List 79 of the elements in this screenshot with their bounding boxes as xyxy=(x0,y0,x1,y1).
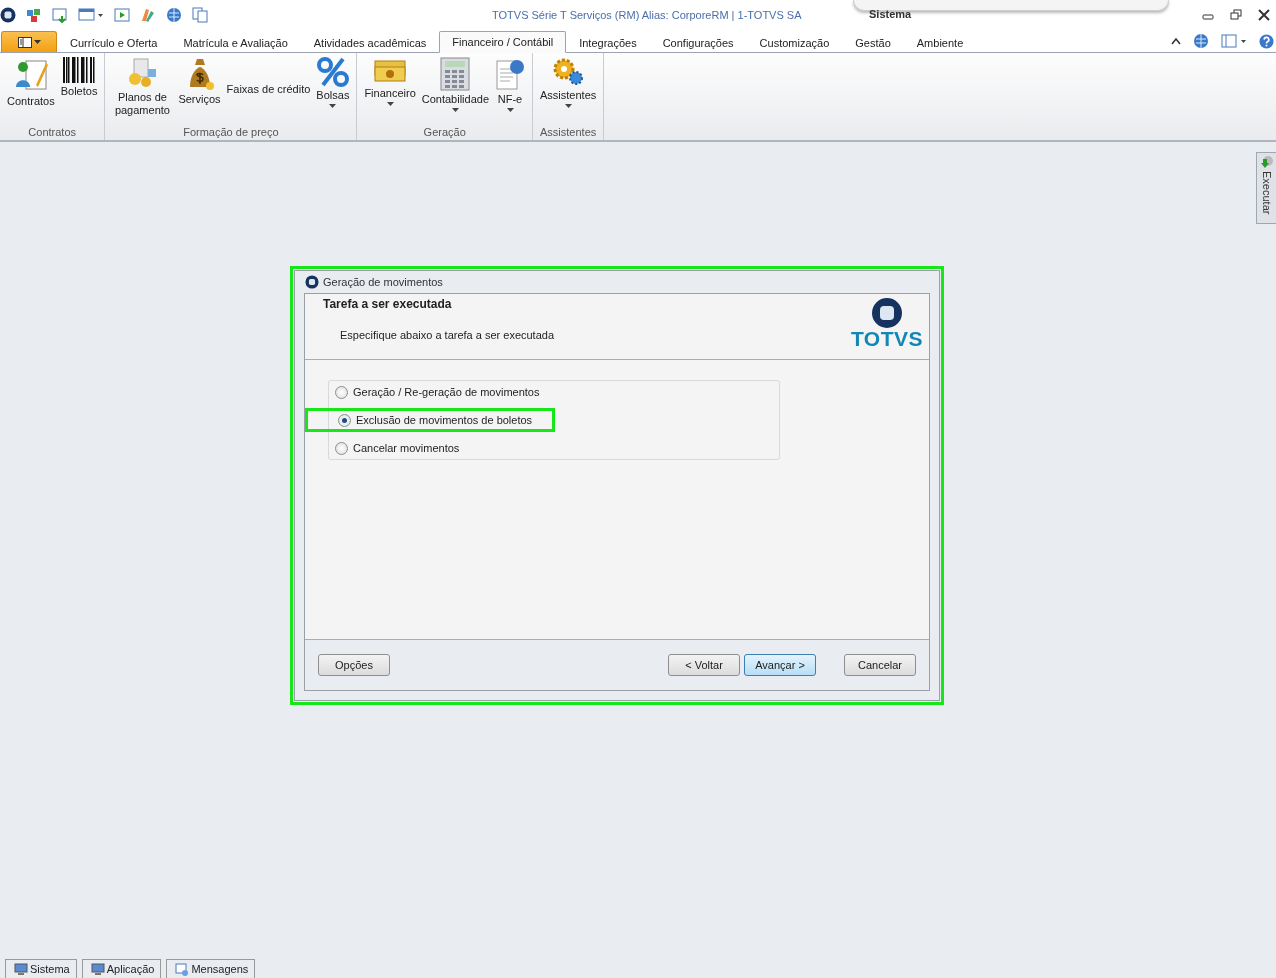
layout-icon[interactable] xyxy=(1221,34,1247,48)
caret-icon xyxy=(386,102,394,106)
ribbon-button[interactable]: Faixas de crédito xyxy=(223,53,314,96)
ribbon-group-label: Formação de preço xyxy=(182,126,280,140)
ribbon-button[interactable]: Contabilidade xyxy=(418,53,493,112)
context-tab-label: Sistema xyxy=(869,8,912,20)
ribbon-group-label: Contratos xyxy=(27,126,78,140)
collapse-ribbon-icon[interactable] xyxy=(1171,37,1181,45)
dialog-button[interactable]: Avançar > xyxy=(744,654,816,676)
window-title: TOTVS Série T Serviços (RM) Alias: CorporeRM | 1-TOTVS SA xyxy=(492,9,802,21)
radio-option[interactable]: Exclusão de movimentos de boletos xyxy=(305,408,555,432)
globe-icon[interactable] xyxy=(1193,33,1209,49)
ribbon-group-label: Geração xyxy=(422,126,467,140)
step-description: Especifique abaixo a tarefa a ser executada xyxy=(340,329,556,341)
window-down-icon[interactable] xyxy=(52,7,68,23)
close-icon[interactable] xyxy=(1258,9,1270,21)
ribbon-button[interactable]: Serviços xyxy=(175,53,224,106)
menu-tab[interactable]: Currículo e Oferta xyxy=(57,31,171,53)
ribbon-button[interactable]: NF-e xyxy=(492,53,529,112)
gear-download-icon xyxy=(1259,155,1274,169)
banknote-icon xyxy=(373,57,408,85)
cubes-icon[interactable] xyxy=(26,7,42,23)
ribbon-group-label: Assistentes xyxy=(539,126,598,140)
palette-icon[interactable] xyxy=(140,7,156,23)
caret-icon xyxy=(506,108,514,112)
logo-text: TOTVS xyxy=(850,329,923,349)
gears-icon xyxy=(552,57,585,87)
radio-button[interactable] xyxy=(335,441,348,455)
step-heading: Tarefa a ser executada xyxy=(323,297,453,311)
document-globe-icon xyxy=(495,57,526,91)
dialog-icon xyxy=(305,275,319,289)
radio-button[interactable] xyxy=(338,413,351,427)
caret-icon xyxy=(451,108,459,112)
play-window-icon[interactable] xyxy=(114,7,130,23)
menu-tab[interactable]: Gestão xyxy=(842,31,904,53)
taskbar-tab[interactable]: Sistema xyxy=(5,959,77,978)
globe-icon[interactable] xyxy=(166,7,182,23)
dialog-button[interactable]: Cancelar xyxy=(844,654,916,676)
radio-option[interactable]: Geração / Re-geração de movimentos xyxy=(329,383,779,401)
ribbon-button[interactable]: Boletos xyxy=(57,53,101,98)
ribbon-button[interactable]: Planos de pagamento xyxy=(109,53,176,117)
help-icon[interactable] xyxy=(1259,33,1274,49)
barcode-icon xyxy=(63,57,96,83)
menu-tab[interactable]: Atividades acadêmicas xyxy=(300,31,440,53)
application-menu-button[interactable] xyxy=(1,31,57,52)
ribbon-button[interactable]: Contratos xyxy=(4,53,58,108)
monitor-icon xyxy=(90,962,105,976)
window-icon[interactable] xyxy=(78,8,104,22)
menu-tab[interactable]: Customização xyxy=(746,31,843,53)
percent-icon xyxy=(316,57,349,87)
menu-tab[interactable]: Integrações xyxy=(566,31,650,53)
monitor-icon xyxy=(14,962,28,976)
logo-icon xyxy=(870,297,903,329)
calculator-icon xyxy=(440,57,471,91)
ribbon-button[interactable]: Bolsas xyxy=(313,53,353,108)
contract-icon xyxy=(13,57,48,93)
caret-icon xyxy=(33,40,41,44)
messages-icon xyxy=(175,962,190,976)
menu-tab[interactable]: Financeiro / Contábil xyxy=(439,31,567,53)
caret-icon xyxy=(329,104,337,108)
app-logo-icon xyxy=(0,7,16,23)
radio-option[interactable]: Cancelar movimentos xyxy=(329,439,779,457)
radio-button[interactable] xyxy=(335,385,348,399)
side-panel-tab[interactable]: Executar xyxy=(1256,152,1276,224)
panel-icon xyxy=(17,36,32,48)
menu-tab[interactable]: Ambiente xyxy=(903,31,977,53)
ribbon-button[interactable]: Assistentes xyxy=(537,53,600,108)
menu-tab[interactable]: Configurações xyxy=(649,31,747,53)
restore-icon[interactable] xyxy=(1230,9,1242,21)
coins-icon xyxy=(126,57,159,89)
dialog-button[interactable]: Opções xyxy=(318,654,390,676)
dialog-title: Geração de movimentos xyxy=(323,276,443,288)
taskbar-tab[interactable]: Aplicação xyxy=(81,959,162,978)
ribbon-button[interactable]: Financeiro xyxy=(361,53,419,106)
taskbar-tab[interactable]: Mensagens xyxy=(166,959,256,978)
menu-tab[interactable]: Matrícula e Avaliação xyxy=(170,31,301,53)
dialog-button[interactable]: < Voltar xyxy=(668,654,740,676)
caret-icon xyxy=(564,104,572,108)
copy-icon[interactable] xyxy=(192,7,208,23)
